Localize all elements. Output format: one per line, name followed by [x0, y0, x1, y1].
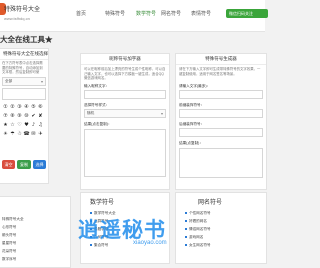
chevron-down-icon: ▾	[40, 79, 43, 84]
symbol-cell[interactable]: ⑧	[9, 112, 16, 120]
left-link-list: 特殊符号大全 心形符号 箭头符号 星星符号 花朵符号 数字序号	[0, 196, 71, 268]
name-input[interactable]	[84, 90, 166, 99]
style-select-value: 随机	[87, 111, 95, 115]
suffix-input[interactable]	[179, 128, 263, 137]
symbol-cell[interactable]: ⑥	[37, 103, 44, 111]
category-select-value: 全部	[5, 79, 13, 83]
list-item[interactable]: 游戏网名	[185, 235, 203, 240]
symbol-cell[interactable]: ④	[23, 103, 30, 111]
symbol-picker-description: 在下方符号表中点击选择需要的特殊符号，自动添加到文本框，然后复制即可使用，方便快…	[2, 61, 43, 75]
select-button[interactable]: 选择	[33, 160, 46, 169]
generator-result-label: 结果(点复制)：	[179, 141, 203, 145]
prefix-label: 前缀装饰符号：	[179, 103, 205, 107]
symbol-cell[interactable]: ☃	[16, 130, 23, 138]
nav-home[interactable]: 首页	[76, 10, 86, 17]
category-select[interactable]: 全部 ▾	[2, 77, 46, 86]
symbol-cell[interactable]: ♡	[16, 121, 23, 129]
top-bar: 特殊符号大全 www.tsfhdq.cn 首页 特殊符号 数学符号 网名符号 表…	[0, 0, 268, 32]
symbol-cell[interactable]: ☆	[9, 121, 16, 129]
symbol-cell[interactable]: ⑨	[16, 112, 23, 120]
bullet-icon	[185, 228, 187, 231]
name-input-label: 输入昵称文字：	[84, 84, 110, 88]
list-item-label: 游戏网名	[189, 235, 204, 239]
list-item[interactable]: 好看的网名	[185, 219, 207, 224]
symbol-cell[interactable]: ✔	[30, 112, 37, 120]
site-url: www.tsfhdq.cn	[4, 16, 30, 21]
symbol-cell[interactable]: ⑩	[23, 112, 30, 120]
nav-emoji-symbols[interactable]: 表情符号	[191, 10, 211, 17]
list-item[interactable]: 个性网名符号	[185, 211, 211, 216]
bullet-icon	[90, 244, 92, 247]
nickname-tool-description: 可以在昵称前后加上漂亮的符号生成个性昵称，可以自己输入文字，也可以选择下方模板一…	[84, 67, 166, 81]
symbol-cell[interactable]: ☀	[2, 130, 9, 138]
list-item-label: 好看的网名	[189, 219, 207, 223]
symbol-cell[interactable]: ①	[2, 103, 9, 111]
chevron-down-icon: ▾	[160, 111, 163, 116]
netname-symbols-section: 网名符号 个性网名符号 好看的网名 情侣网名符号 游戏网名 女生网名符号	[175, 192, 267, 264]
symbol-generator-panel: 特殊符号生成器 请在下方输入文字即可生成带特殊符号的文字效果，一键复制使用，适用…	[175, 53, 267, 190]
symbol-generator-description: 请在下方输入文字即可生成带特殊符号的文字效果，一键复制使用，适用于网名签名等场景…	[179, 67, 261, 76]
bullet-icon	[185, 212, 187, 215]
symbol-cell[interactable]: ☎	[23, 130, 30, 138]
list-item[interactable]: 特殊符号大全	[2, 217, 24, 222]
bullet-icon	[185, 244, 187, 247]
list-item-label: 女生网名符号	[189, 243, 211, 247]
bullet-icon	[185, 236, 187, 239]
result-label: 结果(点击复制)：	[84, 122, 112, 126]
prefix-input[interactable]	[179, 109, 263, 118]
list-item[interactable]: 女生网名符号	[185, 243, 211, 248]
wechat-button[interactable]: 微信扫码关注	[226, 9, 268, 18]
symbol-cell[interactable]: ✉	[30, 130, 37, 138]
symbol-cell[interactable]: ★	[2, 121, 9, 129]
list-item[interactable]: 箭头符号	[2, 233, 16, 238]
symbol-cell[interactable]: ✈	[37, 130, 44, 138]
watermark-url: xiaoyao.com	[133, 240, 167, 246]
list-item-label: 情侣网名符号	[189, 227, 211, 231]
clear-button[interactable]: 清空	[2, 160, 15, 169]
suffix-label: 后缀装饰符号：	[179, 122, 205, 126]
nav-math-symbols[interactable]: 数学符号	[136, 10, 156, 17]
nickname-tool-panel: 昵称符号加字器 可以在昵称前后加上漂亮的符号生成个性昵称，可以自己输入文字，也可…	[80, 53, 170, 190]
symbol-cell[interactable]: ☂	[9, 130, 16, 138]
style-select-label: 选择符号样式：	[84, 103, 110, 107]
text-input[interactable]	[179, 90, 263, 99]
list-item[interactable]: 情侣网名符号	[185, 227, 211, 232]
list-item-label: 个性网名符号	[189, 211, 211, 215]
text-input-label: 请输入文字(最多)：	[179, 84, 211, 88]
netname-section-title[interactable]: 网名符号	[198, 197, 222, 206]
site-name[interactable]: 特殊符号大全	[4, 4, 40, 13]
bullet-icon	[185, 220, 187, 223]
symbol-cell[interactable]: ②	[9, 103, 16, 111]
symbol-picker-panel: 特殊符号大全在线选择器 在下方符号表中点击选择需要的特殊符号，自动添加到文本框，…	[0, 48, 49, 184]
symbol-cell[interactable]: ⑤	[30, 103, 37, 111]
nickname-tool-title: 昵称符号加字器	[81, 54, 169, 65]
copy-button[interactable]: 复制	[17, 160, 31, 169]
list-item[interactable]: 花朵符号	[2, 249, 16, 254]
symbol-cell[interactable]: ⑦	[2, 112, 9, 120]
symbol-picker-title: 特殊符号大全在线选择器	[0, 49, 48, 60]
symbol-cell[interactable]: ♪	[30, 121, 37, 129]
result-textarea[interactable]	[84, 129, 166, 177]
symbol-generator-title: 特殊符号生成器	[176, 54, 266, 65]
generator-result-textarea[interactable]	[179, 148, 263, 178]
page-title: 大全在线工具★	[0, 35, 53, 44]
symbol-input[interactable]	[2, 88, 46, 100]
list-item[interactable]: 星星符号	[2, 241, 16, 246]
symbol-cell[interactable]: ♥	[23, 121, 30, 129]
nav-special-symbols[interactable]: 特殊符号	[105, 10, 125, 17]
style-select[interactable]: 随机 ▾	[84, 109, 166, 118]
list-item[interactable]: 心形符号	[2, 225, 16, 230]
symbol-grid: ① ② ③ ④ ⑤ ⑥ ⑦ ⑧ ⑨ ⑩ ✔ ✘ ★ ☆ ♡ ♥ ♪ ♫ ☀ ☂ …	[2, 103, 46, 137]
math-section-title[interactable]: 数学符号	[90, 197, 114, 206]
symbol-cell[interactable]: ♫	[37, 121, 44, 129]
symbol-cell[interactable]: ✘	[37, 112, 44, 120]
nav-netname-symbols[interactable]: 网名符号	[161, 10, 181, 17]
symbol-cell[interactable]: ③	[16, 103, 23, 111]
